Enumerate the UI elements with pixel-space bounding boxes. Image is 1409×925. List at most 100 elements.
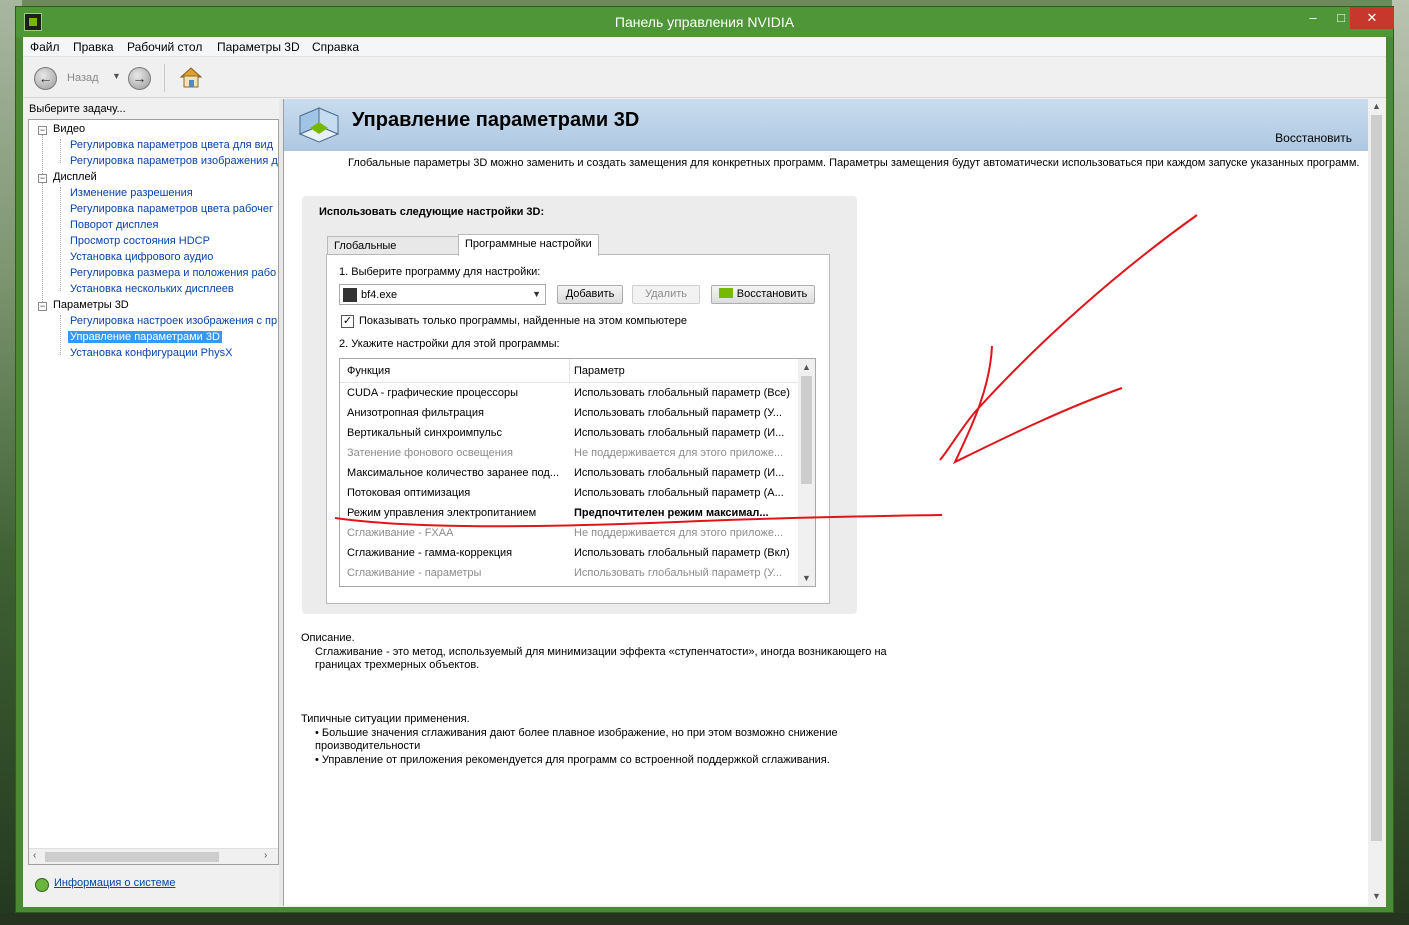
scroll-down-icon[interactable]: ▼ [1372, 891, 1381, 901]
tree-item-resolution[interactable]: Изменение разрешения [70, 187, 193, 199]
setting-feature: Максимальное количество заранее под... [347, 467, 560, 479]
column-setting[interactable]: Параметр [574, 365, 625, 377]
menu-3d-settings[interactable]: Параметры 3D [217, 40, 300, 54]
restore-program-button[interactable]: Восстановить [711, 285, 815, 304]
list-vertical-scrollbar[interactable]: ▲ ▼ [798, 359, 815, 586]
scroll-down-icon[interactable]: ▼ [802, 573, 811, 583]
tab-program-settings[interactable]: Программные настройки [458, 234, 599, 256]
column-separator[interactable] [569, 359, 570, 383]
table-row[interactable]: Сглаживание - FXAA Не поддерживается для… [340, 524, 799, 544]
tree-guide [42, 130, 43, 306]
intro-text: Глобальные параметры 3D можно заменить и… [348, 157, 1360, 169]
task-sidebar: Выберите задачу... − Видео Регулировка п… [25, 99, 279, 906]
title-bar[interactable]: Панель управления NVIDIA – □ ✕ [16, 7, 1394, 37]
collapse-icon[interactable]: − [38, 174, 47, 183]
remove-button[interactable]: Удалить [632, 285, 700, 304]
show-only-label[interactable]: Показывать только программы, найденные н… [359, 315, 687, 327]
setting-value[interactable]: Предпочтителен режим максимал... [574, 507, 794, 519]
table-row[interactable]: Вертикальный синхроимпульс Использовать … [340, 424, 799, 444]
menu-file[interactable]: Файл [30, 40, 60, 54]
add-button[interactable]: Добавить [557, 285, 623, 304]
scroll-left-icon[interactable]: ‹ [33, 850, 36, 861]
menu-desktop[interactable]: Рабочий стол [127, 40, 202, 54]
setting-value[interactable]: Использовать глобальный параметр (Все) [574, 387, 794, 399]
table-row[interactable]: Сглаживание - параметры Использовать гло… [340, 564, 799, 584]
table-row[interactable]: Режим управления электропитанием Предпоч… [340, 504, 799, 524]
tree-item-rotate-display[interactable]: Поворот дисплея [70, 219, 158, 231]
arrow-left-icon[interactable]: ← [34, 67, 57, 90]
setting-value[interactable]: Использовать глобальный параметр (У... [574, 567, 794, 579]
info-icon[interactable] [35, 878, 49, 892]
tree-item-desktop-size[interactable]: Регулировка размера и положения рабо [70, 267, 276, 279]
tree-category-3d[interactable]: Параметры 3D [53, 299, 129, 311]
tree-item-desktop-color[interactable]: Регулировка параметров цвета рабочег [70, 203, 273, 215]
scroll-up-icon[interactable]: ▲ [802, 362, 811, 372]
tree-item-manage-3d[interactable]: Управление параметрами 3D [68, 331, 222, 343]
tree-item-physx[interactable]: Установка конфигурации PhysX [70, 347, 232, 359]
scrollbar-thumb[interactable] [45, 852, 219, 862]
usage-item-text: Большие значения сглаживания дают более … [315, 727, 838, 752]
home-icon[interactable] [178, 64, 204, 90]
table-row[interactable]: Максимальное количество заранее под... И… [340, 464, 799, 484]
page-title: Управление параметрами 3D [352, 109, 640, 131]
restore-defaults-link[interactable]: Восстановить [1275, 131, 1352, 145]
program-settings-list: Функция Параметр CUDA - графические проц… [339, 358, 816, 587]
setting-value[interactable]: Использовать глобальный параметр (А... [574, 487, 794, 499]
chevron-down-icon[interactable]: ▼ [532, 289, 541, 299]
tree-item-video-image[interactable]: Регулировка параметров изображения д [70, 155, 278, 167]
setting-value[interactable]: Использовать глобальный параметр (Вкл) [574, 547, 794, 559]
menu-help[interactable]: Справка [312, 40, 359, 54]
setting-value[interactable]: Использовать глобальный параметр (У... [574, 407, 794, 419]
usage-item: • Управление от приложения рекомендуется… [315, 754, 830, 766]
setting-value[interactable]: Использовать глобальный параметр (И... [574, 467, 794, 479]
minimize-button[interactable]: – [1299, 7, 1327, 29]
program-select-value: bf4.exe [361, 289, 398, 301]
scroll-right-icon[interactable]: › [264, 850, 267, 861]
tree-category-video[interactable]: Видео [53, 123, 85, 135]
scrollbar-thumb[interactable] [801, 376, 812, 484]
scrollbar-thumb[interactable] [1371, 115, 1382, 841]
tree-item-digital-audio[interactable]: Установка цифрового аудио [70, 251, 213, 263]
chevron-down-icon[interactable]: ▼ [112, 71, 121, 81]
tree-category-display[interactable]: Дисплей [53, 171, 97, 183]
desktop-background-bottom [0, 913, 1409, 925]
table-row[interactable]: Потоковая оптимизация Использовать глоба… [340, 484, 799, 504]
show-only-checkbox[interactable]: ✓ [341, 315, 354, 328]
setting-feature: Потоковая оптимизация [347, 487, 471, 499]
system-info-link[interactable]: Информация о системе [54, 877, 175, 889]
task-tree: − Видео Регулировка параметров цвета для… [28, 119, 279, 865]
setting-value[interactable]: Использовать глобальный параметр (И... [574, 427, 794, 439]
close-button[interactable]: ✕ [1350, 7, 1394, 29]
description-label: Описание. [301, 632, 355, 644]
collapse-icon[interactable]: − [38, 302, 47, 311]
table-row[interactable]: Затенение фонового освещения Не поддержи… [340, 444, 799, 464]
tree-item-3d-preview[interactable]: Регулировка настроек изображения с пр [70, 315, 277, 327]
tree-item-video-color[interactable]: Регулировка параметров цвета для вид [70, 139, 273, 151]
program-icon [343, 288, 357, 302]
table-row[interactable]: Анизотропная фильтрация Использовать гло… [340, 404, 799, 424]
column-feature[interactable]: Функция [347, 365, 390, 377]
program-select[interactable]: bf4.exe ▼ [339, 284, 546, 305]
tree-item-multiple-displays[interactable]: Установка нескольких дисплеев [70, 283, 234, 295]
description-text: Сглаживание - это метод, используемый дл… [315, 646, 887, 671]
usage-label: Типичные ситуации применения. [301, 713, 470, 725]
main-vertical-scrollbar[interactable]: ▲ ▼ [1368, 99, 1385, 906]
setting-feature: Режим управления электропитанием [347, 507, 537, 519]
tree-guide [60, 139, 61, 163]
tree-item-hdcp[interactable]: Просмотр состояния HDCP [70, 235, 210, 247]
scroll-up-icon[interactable]: ▲ [1372, 101, 1381, 111]
menu-edit[interactable]: Правка [73, 40, 114, 54]
menu-bar: Файл Правка Рабочий стол Параметры 3D Сп… [23, 37, 1386, 57]
restore-program-label: Восстановить [736, 288, 808, 300]
back-label[interactable]: Назад [67, 72, 99, 84]
collapse-icon[interactable]: − [38, 126, 47, 135]
arrow-right-icon[interactable]: → [128, 67, 151, 90]
client-area: Файл Правка Рабочий стол Параметры 3D Сп… [23, 37, 1386, 907]
tab-global-settings[interactable]: Глобальные параметры [327, 236, 459, 264]
table-row[interactable]: CUDA - графические процессоры Использова… [340, 384, 799, 404]
tree-horizontal-scrollbar[interactable]: ‹ › [29, 848, 278, 864]
desktop-background-right [1392, 0, 1409, 925]
table-row[interactable]: Сглаживание - гамма-коррекция Использова… [340, 544, 799, 564]
tree-guide [60, 187, 61, 291]
group-title: Использовать следующие настройки 3D: [319, 206, 545, 218]
